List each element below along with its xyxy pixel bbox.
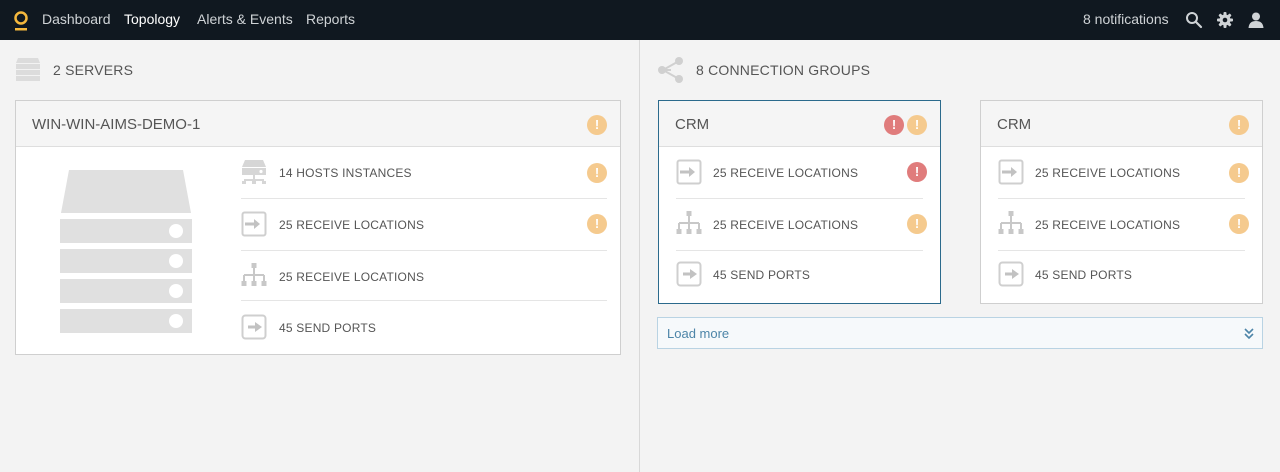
- connection-group-card-header: CRM !: [981, 101, 1262, 147]
- row-label: 25 RECEIVE LOCATIONS: [279, 270, 425, 284]
- pane-divider: [639, 40, 640, 472]
- server-card-header: WIN-WIN-AIMS-DEMO-1 !: [16, 101, 620, 147]
- send-port-icon: [676, 261, 702, 287]
- network-hierarchy-icon: [676, 211, 702, 234]
- receive-location-icon: [998, 159, 1024, 185]
- receive-location-icon: [676, 159, 702, 185]
- error-badge[interactable]: !: [884, 115, 904, 135]
- list-item[interactable]: 25 RECEIVE LOCATIONS !: [981, 147, 1262, 199]
- list-item[interactable]: 25 RECEIVE LOCATIONS !: [659, 199, 940, 251]
- send-port-icon: [241, 314, 267, 340]
- list-item[interactable]: 45 SEND PORTS: [16, 302, 620, 354]
- list-item[interactable]: 25 RECEIVE LOCATIONS !: [16, 199, 620, 251]
- connection-group-card[interactable]: CRM ! ! 25 RECEIVE LOCATIONS ! 25 RECEIV…: [658, 100, 941, 304]
- connection-groups-section-title: 8 CONNECTION GROUPS: [696, 62, 871, 78]
- share-network-icon: [658, 57, 683, 83]
- server-card[interactable]: WIN-WIN-AIMS-DEMO-1 ! 14 HOSTS INSTANCES…: [15, 100, 621, 355]
- list-item[interactable]: 14 HOSTS INSTANCES !: [16, 147, 620, 199]
- list-item[interactable]: 25 RECEIVE LOCATIONS !: [659, 147, 940, 199]
- connection-group-card-body: 25 RECEIVE LOCATIONS ! 25 RECEIVE LOCATI…: [981, 147, 1262, 303]
- row-label: 25 RECEIVE LOCATIONS: [1035, 166, 1181, 180]
- error-badge[interactable]: !: [907, 162, 927, 182]
- warning-badge[interactable]: !: [907, 115, 927, 135]
- row-label: 45 SEND PORTS: [279, 321, 377, 335]
- row-label: 45 SEND PORTS: [713, 268, 811, 282]
- connection-group-card[interactable]: CRM ! 25 RECEIVE LOCATIONS ! 25 RECEIVE …: [980, 100, 1263, 304]
- list-item[interactable]: 45 SEND PORTS: [981, 249, 1262, 301]
- row-label: 14 HOSTS INSTANCES: [279, 166, 412, 180]
- server-card-title: WIN-WIN-AIMS-DEMO-1: [32, 116, 201, 133]
- notifications-link[interactable]: 8 notifications: [1083, 11, 1169, 27]
- user-icon[interactable]: [1247, 11, 1265, 29]
- top-navigation-bar: Dashboard Topology Alerts & Events Repor…: [0, 0, 1280, 40]
- load-more-button[interactable]: Load more: [657, 317, 1263, 349]
- warning-badge[interactable]: !: [1229, 163, 1249, 183]
- warning-badge[interactable]: !: [587, 163, 607, 183]
- warning-badge[interactable]: !: [587, 214, 607, 234]
- row-divider: [241, 300, 607, 301]
- send-port-icon: [998, 261, 1024, 287]
- connection-group-card-body: 25 RECEIVE LOCATIONS ! 25 RECEIVE LOCATI…: [659, 147, 940, 303]
- connection-group-title: CRM: [675, 116, 710, 133]
- warning-badge[interactable]: !: [587, 115, 607, 135]
- warning-badge[interactable]: !: [1229, 214, 1249, 234]
- server-stack-icon: [16, 58, 40, 81]
- list-item[interactable]: 25 RECEIVE LOCATIONS !: [981, 199, 1262, 251]
- gear-icon[interactable]: [1216, 11, 1234, 29]
- list-item[interactable]: 25 RECEIVE LOCATIONS: [16, 251, 620, 303]
- nav-reports[interactable]: Reports: [306, 11, 355, 27]
- brand-logo-icon[interactable]: [13, 10, 29, 32]
- nav-alerts-events[interactable]: Alerts & Events: [197, 11, 293, 27]
- warning-badge[interactable]: !: [907, 214, 927, 234]
- nav-topology[interactable]: Topology: [124, 11, 180, 27]
- network-hierarchy-icon: [241, 263, 267, 286]
- connection-group-title: CRM: [997, 116, 1032, 133]
- receive-location-icon: [241, 211, 267, 237]
- row-label: 25 RECEIVE LOCATIONS: [713, 166, 859, 180]
- list-item[interactable]: 45 SEND PORTS: [659, 249, 940, 301]
- row-label: 25 RECEIVE LOCATIONS: [279, 218, 425, 232]
- nav-dashboard[interactable]: Dashboard: [42, 11, 111, 27]
- host-instances-icon: [242, 160, 266, 184]
- network-hierarchy-icon: [998, 211, 1024, 234]
- load-more-label: Load more: [667, 326, 730, 341]
- row-label: 25 RECEIVE LOCATIONS: [1035, 218, 1181, 232]
- connection-group-card-header: CRM ! !: [659, 101, 940, 147]
- search-icon[interactable]: [1185, 11, 1203, 29]
- warning-badge[interactable]: !: [1229, 115, 1249, 135]
- row-label: 25 RECEIVE LOCATIONS: [713, 218, 859, 232]
- double-chevron-down-icon: [1244, 328, 1254, 340]
- row-label: 45 SEND PORTS: [1035, 268, 1133, 282]
- servers-section-title: 2 SERVERS: [53, 62, 134, 78]
- server-card-body: 14 HOSTS INSTANCES ! 25 RECEIVE LOCATION…: [16, 147, 620, 354]
